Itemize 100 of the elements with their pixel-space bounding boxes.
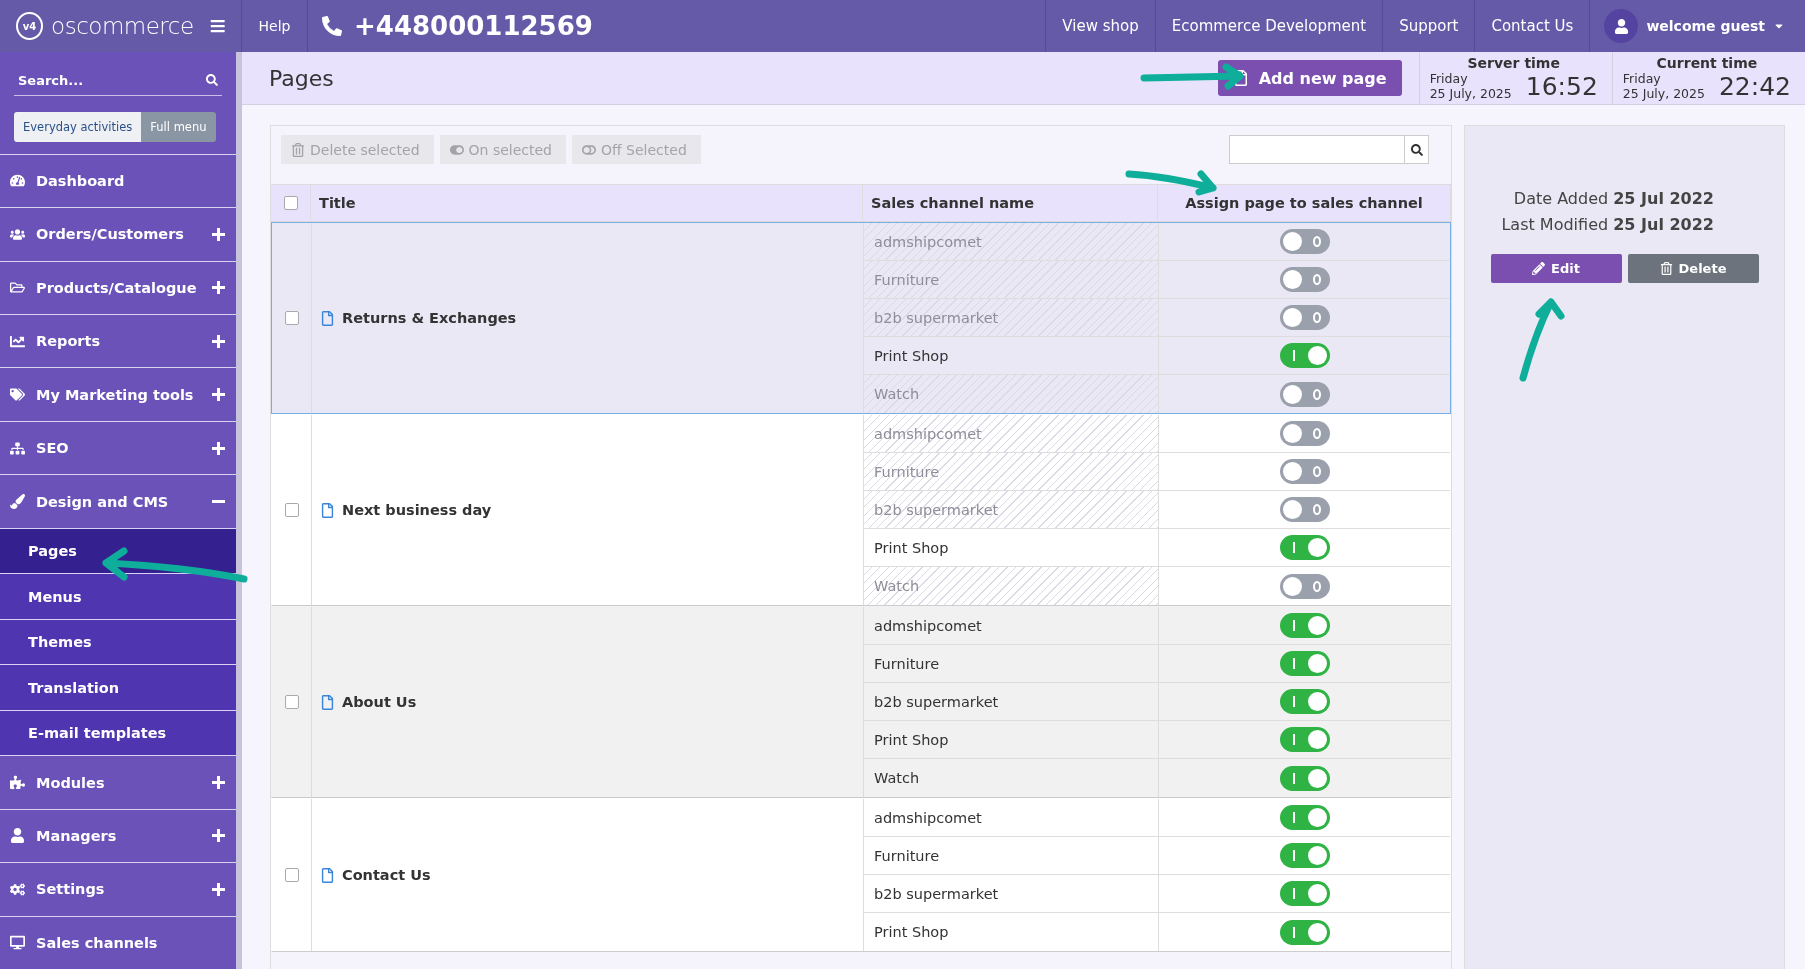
checkbox[interactable]	[284, 311, 299, 325]
file-icon	[320, 867, 335, 883]
toggle-switch[interactable]	[1279, 267, 1330, 292]
sidebar-subitem[interactable]: Menus	[0, 573, 236, 619]
search-icon[interactable]	[1410, 143, 1423, 156]
sidebar-subitem[interactable]: Translation	[0, 664, 236, 710]
trash-icon	[291, 142, 305, 157]
channel-name-cell: Furniture	[864, 837, 1159, 874]
logo-badge: v4	[16, 12, 44, 40]
menu-item-icon	[10, 333, 25, 349]
toggle-switch[interactable]	[1279, 765, 1330, 791]
user-avatar[interactable]	[1604, 9, 1639, 43]
menu-mode-tab[interactable]: Full menu	[141, 111, 216, 142]
toggle-switch[interactable]	[1279, 727, 1330, 752]
clock-time: 22:42	[1718, 72, 1791, 101]
user-name[interactable]: welcome guest	[1646, 18, 1765, 34]
plus-icon[interactable]	[210, 281, 226, 295]
trash-icon	[1659, 262, 1673, 275]
toggle-switch[interactable]	[1279, 573, 1330, 599]
file-icon	[320, 694, 335, 710]
channel-name-cell: Furniture	[864, 645, 1159, 682]
channel-name-cell: b2b supermarket	[864, 491, 1159, 528]
toggle-switch[interactable]	[1279, 459, 1330, 484]
plus-icon[interactable]	[210, 441, 226, 455]
sidebar-item[interactable]: Dashboard	[0, 153, 236, 208]
toggle-switch[interactable]	[1279, 613, 1330, 638]
menu-item-icon	[10, 935, 25, 951]
plus-icon[interactable]	[210, 829, 226, 843]
menu-mode-tab[interactable]: Everyday activities	[14, 111, 142, 142]
plus-icon[interactable]	[210, 227, 226, 241]
channel-name-cell: Watch	[864, 759, 1159, 797]
sidebar-item[interactable]: Sales channels	[0, 915, 236, 969]
channel-name-cell: Furniture	[864, 453, 1159, 490]
menu-item-icon	[10, 173, 25, 189]
toggle-switch[interactable]	[1279, 381, 1330, 407]
sidebar-item[interactable]: Products/Catalogue	[0, 260, 236, 314]
toggle-switch[interactable]	[1279, 919, 1330, 945]
sidebar-item[interactable]: Managers	[0, 808, 236, 863]
sidebar-subitem[interactable]: E-mail templates	[0, 709, 236, 756]
toggle-icon	[449, 142, 464, 157]
table-row[interactable]: Contact Us admshipcomet Furniture b2b supermarket Print Shop	[271, 798, 1451, 952]
plus-icon[interactable]	[210, 334, 226, 348]
menu-item-icon	[10, 775, 25, 791]
toggle-switch[interactable]	[1279, 229, 1330, 254]
clock-date: 25 July, 2025	[1622, 86, 1705, 101]
detail-text: Last Modified 25 Jul 2022	[1500, 214, 1715, 236]
toggle-switch[interactable]	[1279, 421, 1330, 446]
file-icon	[1232, 70, 1249, 86]
sidebar-subitem[interactable]: Themes	[0, 618, 236, 665]
toggle-switch[interactable]	[1279, 843, 1330, 868]
plus-icon[interactable]	[210, 882, 226, 896]
channel-name-cell: Watch	[864, 375, 1159, 413]
menu-item-icon	[10, 440, 25, 456]
search-field[interactable]: Search...	[14, 66, 222, 96]
menu-item-icon	[10, 881, 25, 897]
menu-icon[interactable]	[209, 18, 225, 34]
clock-day: Friday	[1622, 71, 1705, 86]
file-icon	[320, 502, 335, 518]
channel-name-cell: admshipcomet	[864, 607, 1159, 644]
channel-name-cell: b2b supermarket	[864, 299, 1159, 336]
toggle-switch[interactable]	[1279, 535, 1330, 560]
page-title-cell: About Us	[342, 694, 417, 710]
column-header: Sales channel name	[871, 195, 1034, 211]
checkbox[interactable]	[284, 503, 299, 517]
sidebar-item[interactable]: Settings	[0, 862, 236, 916]
sidebar-item[interactable]: Orders/Customers	[0, 207, 236, 261]
sidebar-item[interactable]: My Marketing tools	[0, 367, 236, 421]
column-header: Assign page to sales channel	[1185, 195, 1423, 211]
search-icon	[206, 74, 218, 87]
plus-icon[interactable]	[210, 776, 226, 790]
checkbox[interactable]	[284, 695, 299, 709]
sidebar-item[interactable]: SEO	[0, 420, 236, 475]
edit-button[interactable]: Edit	[1490, 254, 1622, 283]
toggle-switch[interactable]	[1279, 881, 1330, 906]
search-field[interactable]	[1229, 135, 1429, 164]
table-row[interactable]: Next business day admshipcomet Furniture b2b supermarket Print Shop Watch	[271, 414, 1451, 606]
sidebar-item[interactable]: Design and CMS	[0, 474, 236, 528]
menu-item-icon	[10, 280, 25, 296]
logo-text: oscommerce	[51, 13, 194, 39]
toggle-switch[interactable]	[1279, 651, 1330, 676]
checkbox[interactable]	[283, 196, 298, 210]
column-header: Title	[319, 195, 356, 211]
toggle-switch[interactable]	[1279, 343, 1330, 368]
plus-icon[interactable]	[210, 388, 226, 402]
checkbox[interactable]	[284, 868, 299, 882]
sidebar-item[interactable]: Reports	[0, 314, 236, 368]
channel-name-cell: admshipcomet	[864, 415, 1159, 452]
delete-button[interactable]: Delete	[1627, 254, 1759, 283]
sidebar-item[interactable]: Modules	[0, 755, 236, 809]
channel-name-cell: Print Shop	[864, 913, 1159, 951]
phone-icon	[322, 16, 342, 36]
toggle-switch[interactable]	[1279, 805, 1330, 830]
sidebar-subitem[interactable]: Pages	[0, 527, 236, 574]
toggle-switch[interactable]	[1279, 689, 1330, 714]
page-title-cell: Returns & Exchanges	[342, 310, 517, 326]
toggle-switch[interactable]	[1279, 305, 1330, 330]
channel-name-cell: Print Shop	[864, 337, 1159, 374]
toggle-switch[interactable]	[1279, 497, 1330, 522]
channel-name-cell: Print Shop	[864, 721, 1159, 758]
add-page-button[interactable]: Add new page	[1217, 60, 1402, 96]
